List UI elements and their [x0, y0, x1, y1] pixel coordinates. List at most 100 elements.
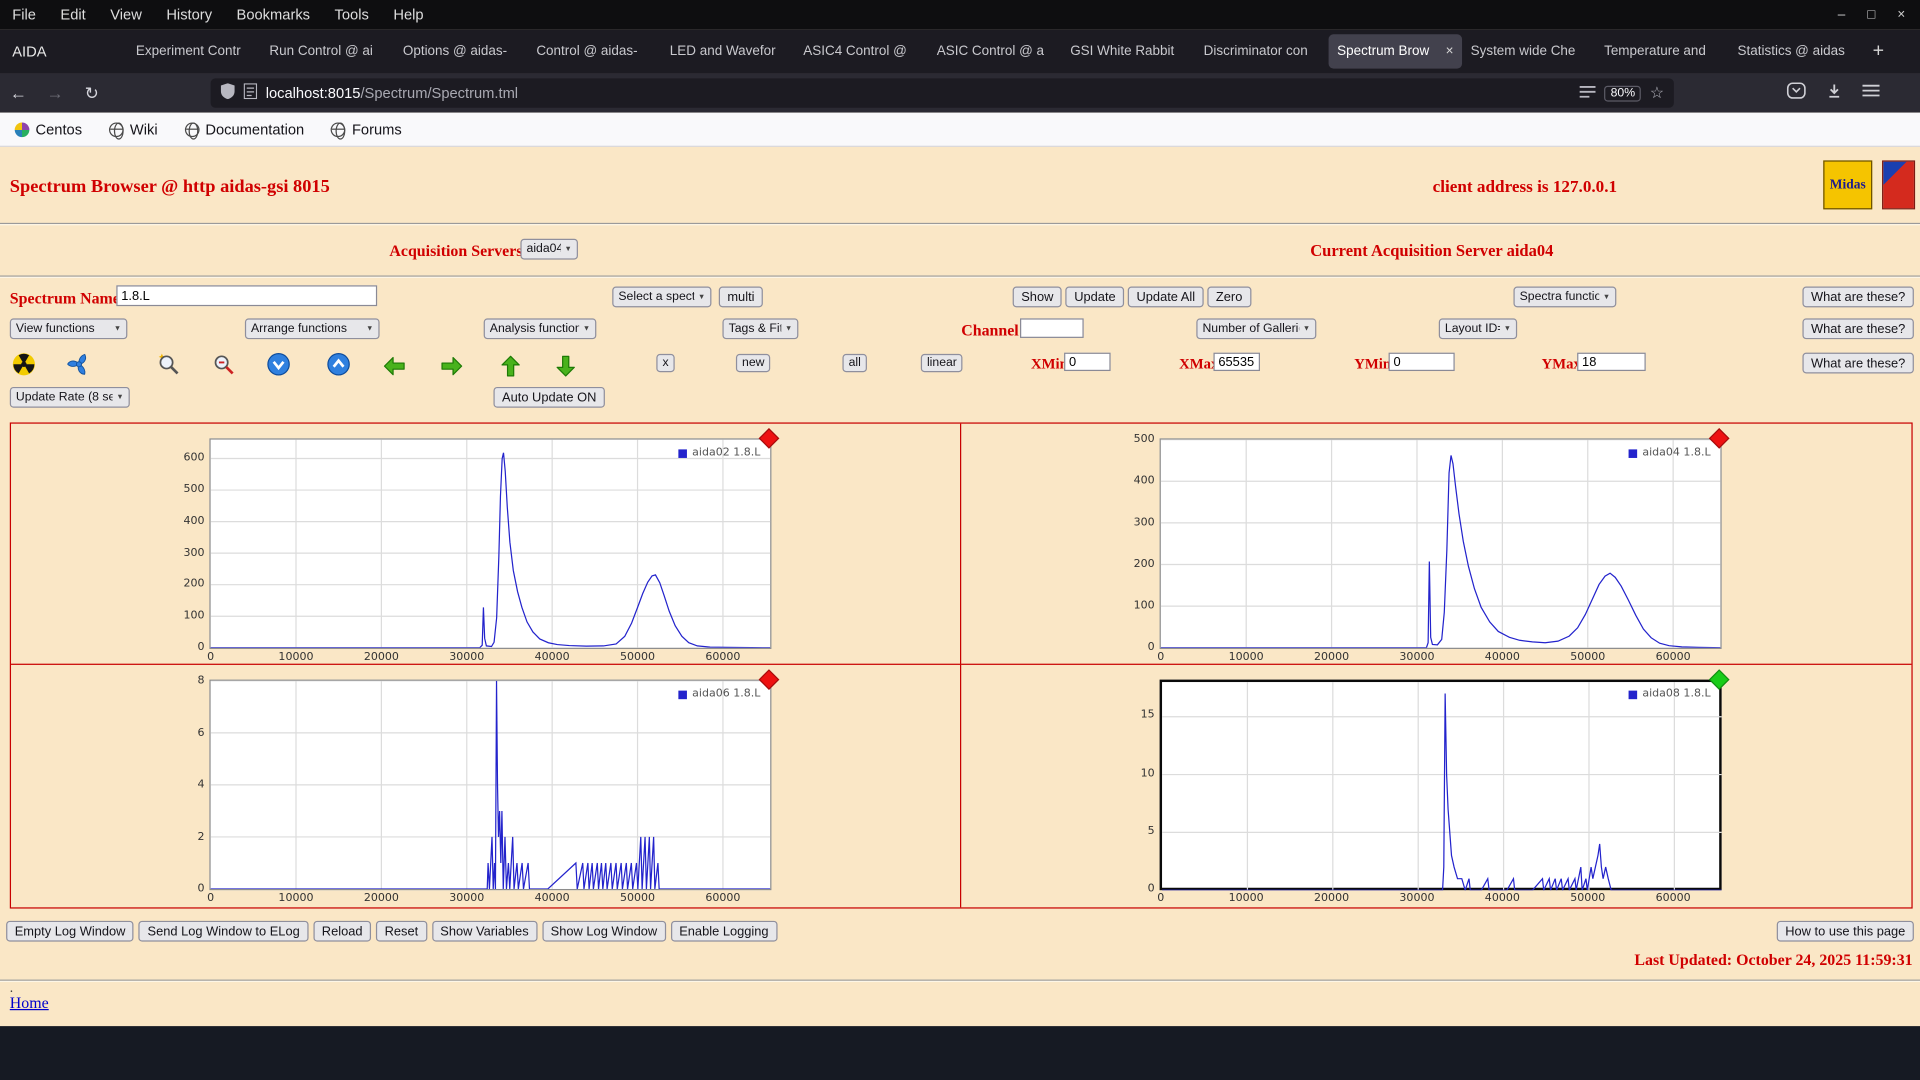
spectra-functions-select[interactable]: Spectra functions [1513, 287, 1616, 308]
spectrum-name-label: Spectrum Name: [10, 289, 125, 309]
xmin-input[interactable] [1064, 353, 1111, 371]
spectrum-name-input[interactable] [116, 285, 377, 306]
tab-1[interactable]: Experiment Contr [127, 34, 260, 68]
number-of-galleries-select[interactable]: Number of Galleries [1196, 318, 1316, 339]
new-button[interactable]: new [736, 354, 771, 372]
tab-close-icon[interactable]: × [1446, 44, 1454, 59]
update-rate-select[interactable]: Update Rate (8 secs) [10, 387, 130, 408]
xmax-input[interactable] [1213, 353, 1260, 371]
zero-button[interactable]: Zero [1207, 287, 1251, 308]
tab-7[interactable]: ASIC Control @ a [928, 34, 1061, 68]
tab-3[interactable]: Options @ aidas- [394, 34, 527, 68]
what-are-these-button-2[interactable]: What are these? [1802, 318, 1913, 339]
tab-9[interactable]: Discriminator con [1195, 34, 1328, 68]
radiation-icon[interactable] [12, 353, 36, 377]
what-are-these-button-1[interactable]: What are these? [1802, 287, 1913, 308]
tab-8[interactable]: GSI White Rabbit [1062, 34, 1195, 68]
close-button[interactable]: × [1897, 7, 1905, 22]
what-are-these-button-3[interactable]: What are these? [1802, 353, 1913, 374]
how-to-use-button[interactable]: How to use this page [1777, 921, 1914, 942]
fan-icon[interactable] [67, 353, 91, 377]
footer-button[interactable]: Reset [376, 921, 427, 942]
x-button[interactable]: x [656, 354, 674, 372]
footer-button[interactable]: Empty Log Window [6, 921, 134, 942]
plot-area[interactable] [209, 438, 771, 649]
bookmark-centos[interactable]: Centos [15, 121, 82, 138]
tab-13[interactable]: Statistics @ aidas [1729, 34, 1862, 68]
forward-button[interactable]: → [37, 83, 74, 103]
footer-button[interactable]: Show Log Window [542, 921, 666, 942]
zoom-out-magnifier-icon[interactable] [212, 353, 236, 377]
footer-button[interactable]: Reload [313, 921, 371, 942]
tab-4[interactable]: Control @ aidas- [528, 34, 661, 68]
tab-10[interactable]: Spectrum Brow× [1329, 34, 1462, 68]
plot-area[interactable] [209, 680, 771, 891]
tags-fits-select[interactable]: Tags & Fits [722, 318, 798, 339]
back-button[interactable]: ← [0, 83, 37, 103]
acquisition-server-select[interactable]: aida04 [520, 239, 578, 260]
tab-12[interactable]: Temperature and [1596, 34, 1729, 68]
reader-view-icon[interactable] [1580, 84, 1596, 102]
minimize-button[interactable]: – [1838, 7, 1846, 22]
x-tick-label: 10000 [269, 651, 323, 663]
maximize-button[interactable]: □ [1867, 7, 1875, 22]
auto-update-button[interactable]: Auto Update ON [493, 387, 604, 408]
new-tab-button[interactable]: + [1862, 40, 1894, 62]
tab-11[interactable]: System wide Che [1462, 34, 1595, 68]
menu-help[interactable]: Help [381, 6, 436, 23]
facility-logo [1882, 160, 1915, 209]
zoom-in-magnifier-icon[interactable] [157, 353, 181, 377]
pocket-icon[interactable] [1787, 80, 1807, 106]
pan-right-icon[interactable] [440, 354, 464, 378]
x-tick-label: 20000 [1305, 893, 1359, 905]
tab-6[interactable]: ASIC4 Control @ [795, 34, 928, 68]
arrange-functions-select[interactable]: Arrange functions [245, 318, 380, 339]
downloads-icon[interactable] [1826, 81, 1843, 104]
analysis-functions-select[interactable]: Analysis functions [484, 318, 597, 339]
update-all-button[interactable]: Update All [1128, 287, 1204, 308]
blue-down-arrow-icon[interactable] [267, 353, 291, 377]
chart-legend: aida08 1.8.L [1571, 688, 1711, 700]
blue-up-arrow-icon[interactable] [327, 353, 351, 377]
ymax-input[interactable] [1577, 353, 1646, 371]
plot-area[interactable] [1160, 680, 1722, 891]
layout-id-select[interactable]: Layout ID=4 [1439, 318, 1517, 339]
url-bar[interactable]: localhost:8015/Spectrum/Spectrum.tml 80%… [211, 78, 1674, 107]
ymin-input[interactable] [1389, 353, 1455, 371]
bookmark-star-icon[interactable]: ☆ [1650, 83, 1664, 103]
menu-file[interactable]: File [0, 6, 48, 23]
menu-icon[interactable] [1862, 82, 1879, 104]
pan-left-icon[interactable] [382, 354, 406, 378]
channel-input[interactable] [1020, 318, 1084, 338]
pan-up-icon[interactable] [498, 354, 522, 378]
view-functions-select[interactable]: View functions [10, 318, 128, 339]
select-spectrum-select[interactable]: Select a spectrum [612, 287, 711, 308]
multi-button[interactable]: multi [719, 287, 763, 308]
bookmark-documentation[interactable]: Documentation [185, 121, 305, 138]
home-link[interactable]: Home [10, 993, 49, 1013]
menu-bookmarks[interactable]: Bookmarks [224, 6, 322, 23]
menu-history[interactable]: History [154, 6, 224, 23]
all-button[interactable]: all [842, 354, 867, 372]
tab-2[interactable]: Run Control @ ai [261, 34, 394, 68]
menu-edit[interactable]: Edit [48, 6, 98, 23]
spectrum-chart-cell-3: aida06 1.8.L 024680100002000030000400005… [11, 665, 961, 907]
show-button[interactable]: Show [1013, 287, 1062, 308]
menu-tools[interactable]: Tools [322, 6, 381, 23]
x-tick-label: 10000 [269, 893, 323, 905]
pan-down-icon[interactable] [553, 354, 577, 378]
bookmark-forums[interactable]: Forums [331, 121, 402, 138]
footer-button[interactable]: Enable Logging [671, 921, 778, 942]
reload-button[interactable]: ↻ [73, 83, 110, 104]
bookmark-wiki[interactable]: Wiki [109, 121, 158, 138]
tab-5[interactable]: LED and Wavefor [661, 34, 794, 68]
zoom-indicator[interactable]: 80% [1604, 85, 1641, 101]
linear-button[interactable]: linear [921, 354, 963, 372]
url-text[interactable]: localhost:8015/Spectrum/Spectrum.tml [266, 84, 1572, 101]
menu-view[interactable]: View [98, 6, 154, 23]
shield-icon [220, 83, 235, 103]
footer-button[interactable]: Send Log Window to ELog [139, 921, 308, 942]
footer-button[interactable]: Show Variables [432, 921, 538, 942]
plot-area[interactable] [1160, 438, 1722, 649]
update-button[interactable]: Update [1066, 287, 1125, 308]
